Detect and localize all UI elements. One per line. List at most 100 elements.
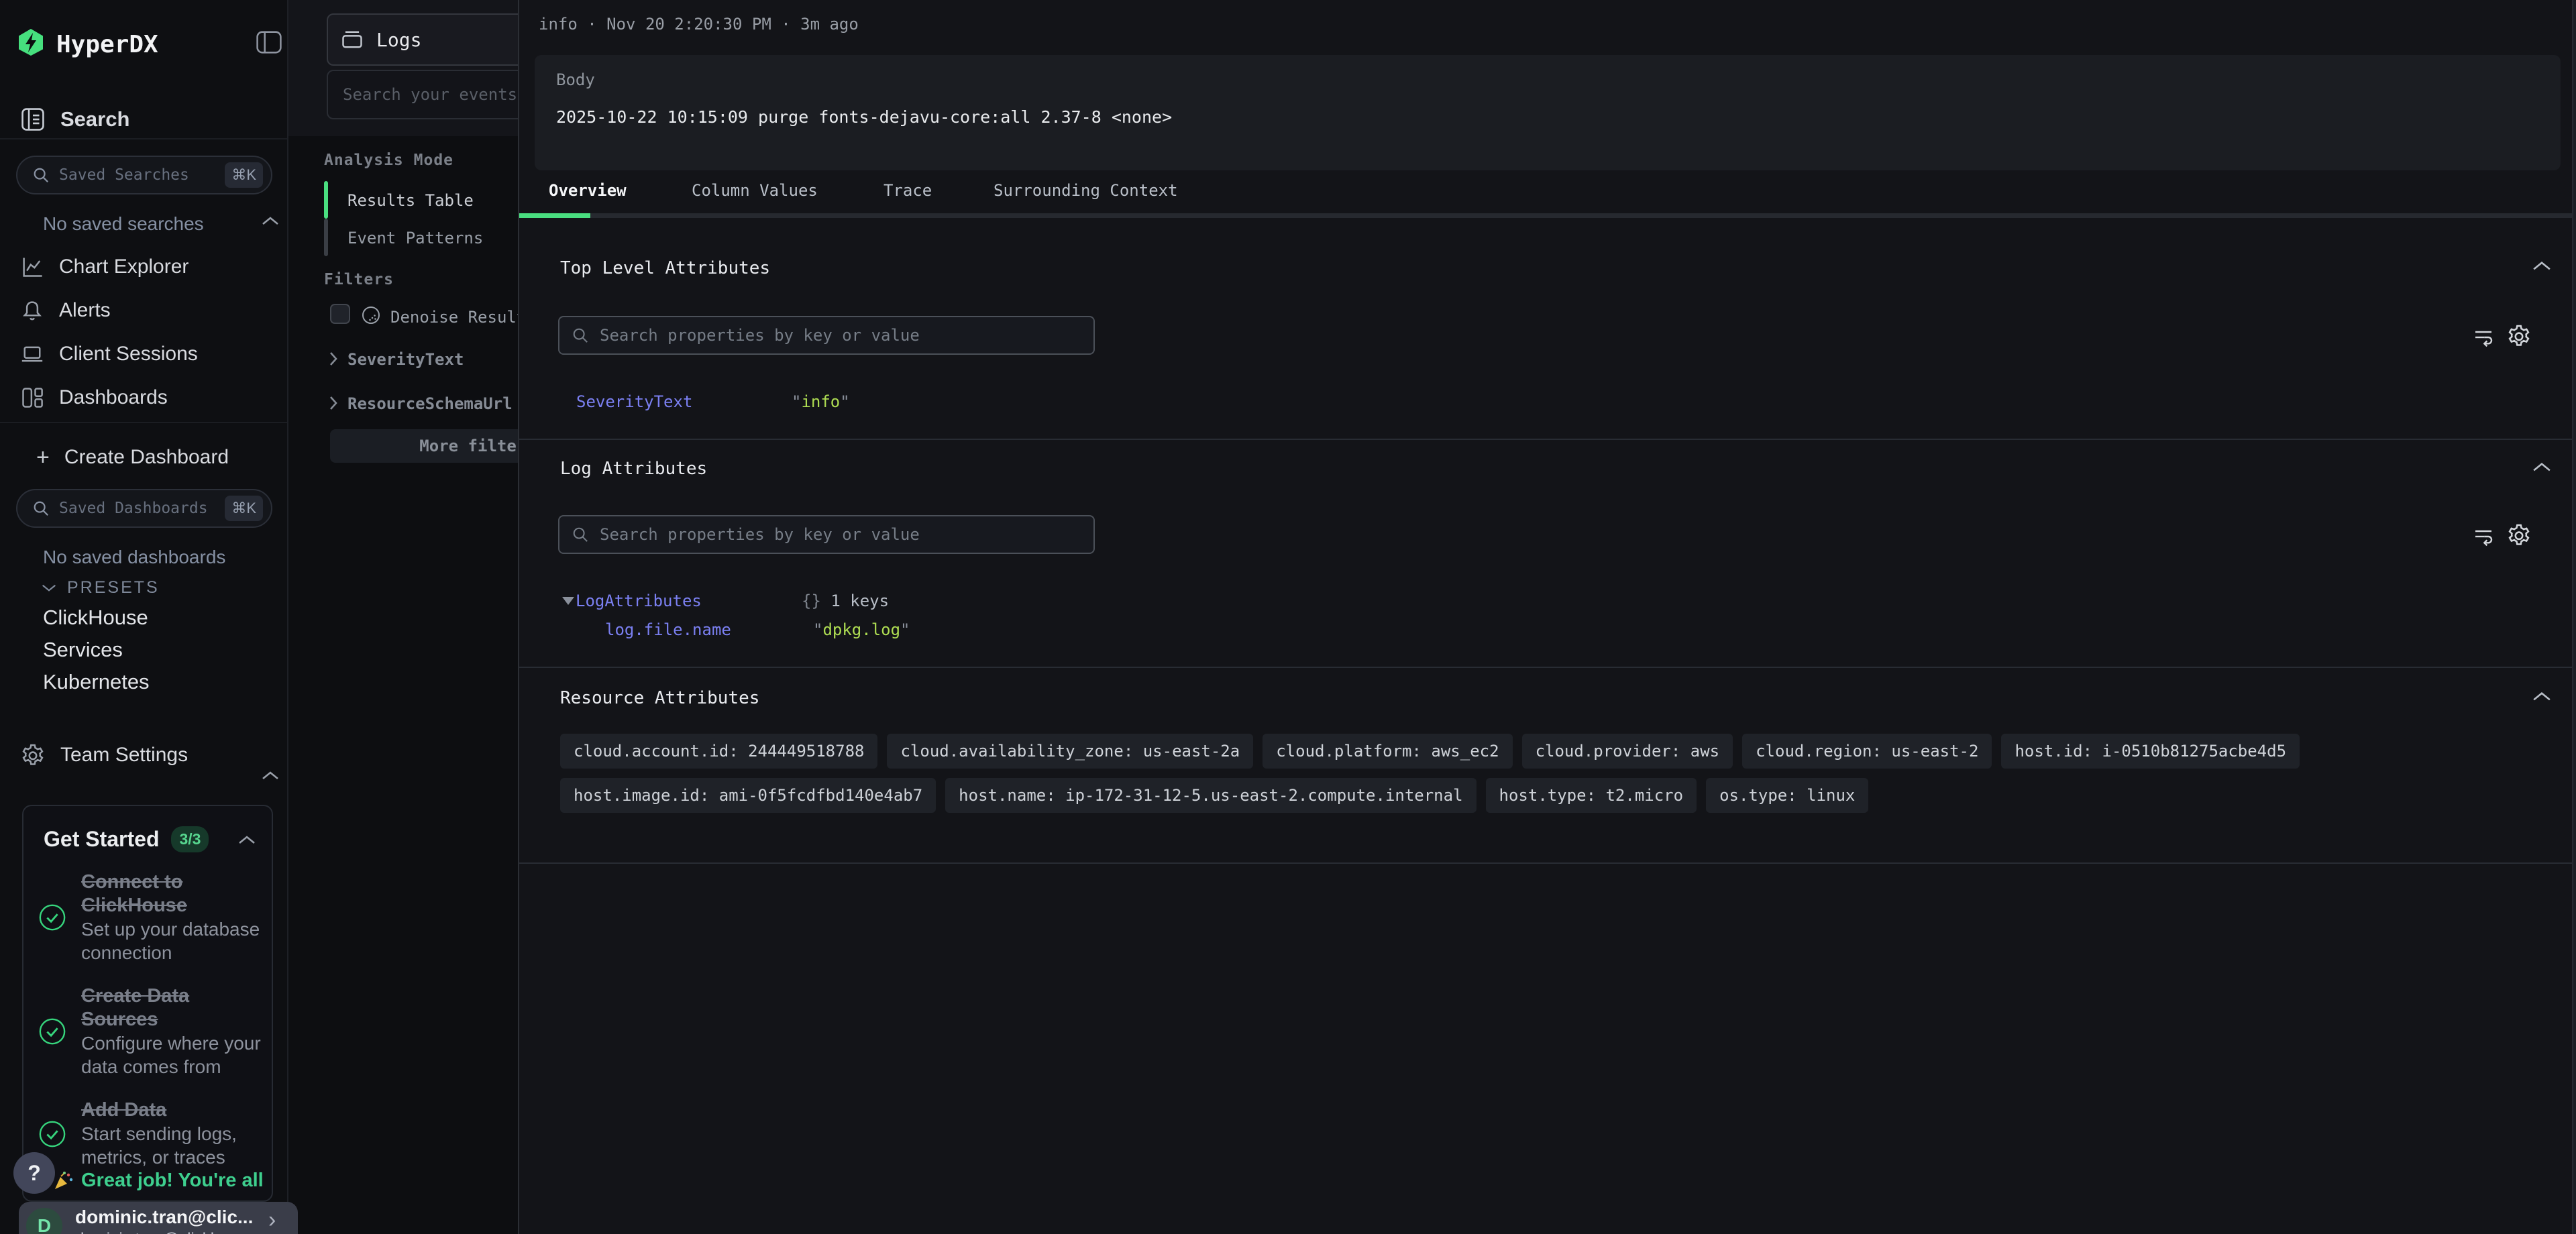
sidebar-item-team-settings[interactable]: Team Settings <box>0 738 287 773</box>
chart-icon <box>20 255 44 279</box>
denoise-checkbox[interactable] <box>330 304 350 324</box>
resource-attribute-chip[interactable]: host.image.id: ami-0f5fcdfbd140e4ab7 <box>560 778 936 813</box>
resource-attribute-chip[interactable]: cloud.availability_zone: us-east-2a <box>887 734 1253 769</box>
preset-services[interactable]: Services <box>43 638 123 662</box>
filter-group-resourceschemaurl[interactable]: ResourceSchemaUrl <box>347 394 513 413</box>
laptop-icon <box>20 342 44 366</box>
collapse-section-button[interactable] <box>2532 461 2551 472</box>
chevron-up-icon[interactable] <box>238 835 256 844</box>
property-search-field[interactable] <box>600 525 1081 544</box>
section-divider <box>519 667 2576 668</box>
logs-source-icon <box>340 27 364 52</box>
party-popper-icon <box>53 1171 73 1191</box>
property-search-field[interactable] <box>600 326 1081 345</box>
checklist-item-title: Connect to ClickHouse <box>81 871 261 917</box>
line-wrap-button[interactable] <box>2471 526 2496 547</box>
sidebar-item-chart-explorer[interactable]: Chart Explorer <box>0 249 287 284</box>
denoise-icon <box>361 305 381 325</box>
tab-overview[interactable]: Overview <box>549 181 627 200</box>
section-title-resource: Resource Attributes <box>560 688 759 708</box>
check-circle-icon <box>38 1120 66 1148</box>
checklist-item[interactable]: Connect to ClickHouse Set up your databa… <box>38 871 266 964</box>
gear-icon <box>2506 522 2532 548</box>
resource-attribute-chip[interactable]: cloud.region: us-east-2 <box>1742 734 1992 769</box>
sidebar-item-client-sessions[interactable]: Client Sessions <box>0 337 287 372</box>
event-search[interactable] <box>327 70 518 119</box>
chevron-right-icon <box>329 396 338 410</box>
active-tab-indicator <box>519 213 590 218</box>
user-email: dominic.tran@clickho... <box>75 1230 241 1234</box>
saved-dashboards-input[interactable]: ⌘K <box>16 489 272 528</box>
filter-group-severitytext[interactable]: SeverityText <box>347 350 464 369</box>
attribute-key[interactable]: LogAttributes <box>576 592 702 610</box>
tab-surrounding-context[interactable]: Surrounding Context <box>994 181 1178 200</box>
event-search-field[interactable] <box>343 85 518 104</box>
section-title-top-level: Top Level Attributes <box>560 258 770 278</box>
hyperdx-logo-icon <box>17 28 44 56</box>
source-selector[interactable]: Logs <box>327 13 518 66</box>
tree-expand-icon[interactable] <box>562 597 574 605</box>
section-divider <box>519 862 2576 864</box>
property-search[interactable] <box>558 515 1095 554</box>
preset-kubernetes[interactable]: Kubernetes <box>43 670 150 694</box>
collapse-section-button[interactable] <box>2532 260 2551 271</box>
value-text: dpkg.log <box>822 620 900 639</box>
sidebar-item-alerts[interactable]: Alerts <box>0 293 287 328</box>
resource-attribute-chip[interactable]: cloud.account.id: 244449518788 <box>560 734 877 769</box>
checklist-item[interactable]: Add Data Start sending logs, metrics, or… <box>38 1099 266 1169</box>
filters-label: Filters <box>324 271 394 288</box>
sidebar-item-label: Alerts <box>59 299 111 322</box>
checklist-item-desc: Set up your database connection <box>81 917 261 964</box>
preset-clickhouse[interactable]: ClickHouse <box>43 606 148 630</box>
line-wrap-button[interactable] <box>2471 327 2496 348</box>
active-mode-indicator <box>324 181 328 219</box>
source-label: Logs <box>376 29 421 51</box>
tree-child-row: log.file.name <box>605 620 731 639</box>
create-dashboard-button[interactable]: + Create Dashboard <box>0 440 287 475</box>
tab-trace[interactable]: Trace <box>883 181 932 200</box>
more-filters-button[interactable]: More filters <box>330 429 518 463</box>
sidebar-collapse-button[interactable] <box>256 31 282 54</box>
search-icon <box>32 500 50 517</box>
attribute-key[interactable]: SeverityText <box>576 392 692 411</box>
sidebar-item-search[interactable]: Search <box>0 102 287 137</box>
settings-button[interactable] <box>2506 522 2532 548</box>
saved-dashboards-field[interactable] <box>59 500 215 517</box>
resource-attribute-chip[interactable]: host.type: t2.micro <box>1486 778 1697 813</box>
attribute-key[interactable]: log.file.name <box>605 620 731 639</box>
saved-searches-input[interactable]: ⌘K <box>16 156 272 194</box>
saved-searches-field[interactable] <box>59 166 215 184</box>
tree-root-row: LogAttributes <box>576 592 702 610</box>
help-button[interactable]: ? <box>13 1152 55 1194</box>
checklist-item[interactable]: Create Data Sources Configure where your… <box>38 985 266 1078</box>
chevron-up-icon <box>2532 691 2551 702</box>
check-circle-icon <box>38 1017 66 1046</box>
attribute-value[interactable]: "dpkg.log" <box>813 620 910 639</box>
mode-event-patterns[interactable]: Event Patterns <box>347 229 483 247</box>
attribute-value[interactable]: "info" <box>792 392 850 411</box>
sidebar-item-label: Dashboards <box>59 386 168 409</box>
scrollbar-gutter[interactable] <box>2572 0 2576 1234</box>
analysis-mode-label: Analysis Mode <box>324 152 453 169</box>
app-name: HyperDX <box>56 31 158 58</box>
user-menu[interactable]: D dominic.tran@clic... dominic.tran@clic… <box>19 1202 298 1234</box>
resource-attribute-chip[interactable]: host.id: i-0510b81275acbe4d5 <box>2001 734 2300 769</box>
resource-attribute-chip[interactable]: cloud.provider: aws <box>1522 734 1733 769</box>
tab-column-values[interactable]: Column Values <box>692 181 818 200</box>
sidebar-item-dashboards[interactable]: Dashboards <box>0 380 287 415</box>
settings-button[interactable] <box>2506 323 2532 349</box>
property-search[interactable] <box>558 316 1095 355</box>
mode-results-table[interactable]: Results Table <box>347 191 474 210</box>
presets-toggle[interactable]: PRESETS <box>42 578 160 598</box>
resource-attribute-chip[interactable]: cloud.platform: aws_ec2 <box>1263 734 1512 769</box>
resource-chips: cloud.account.id: 244449518788 cloud.ava… <box>560 734 2546 813</box>
resource-attribute-chip[interactable]: os.type: linux <box>1706 778 1868 813</box>
search-icon <box>32 166 50 184</box>
wrap-lines-icon <box>2471 327 2496 348</box>
collapse-section-button[interactable] <box>2532 691 2551 702</box>
resource-attribute-chip[interactable]: host.name: ip-172-31-12-5.us-east-2.comp… <box>945 778 1476 813</box>
event-body-card: Body 2025-10-22 10:15:09 purge fonts-dej… <box>535 55 2561 170</box>
chevron-up-icon <box>262 216 279 225</box>
event-header: info · Nov 20 2:20:30 PM · 3m ago <box>539 15 859 34</box>
search-icon <box>572 327 589 344</box>
